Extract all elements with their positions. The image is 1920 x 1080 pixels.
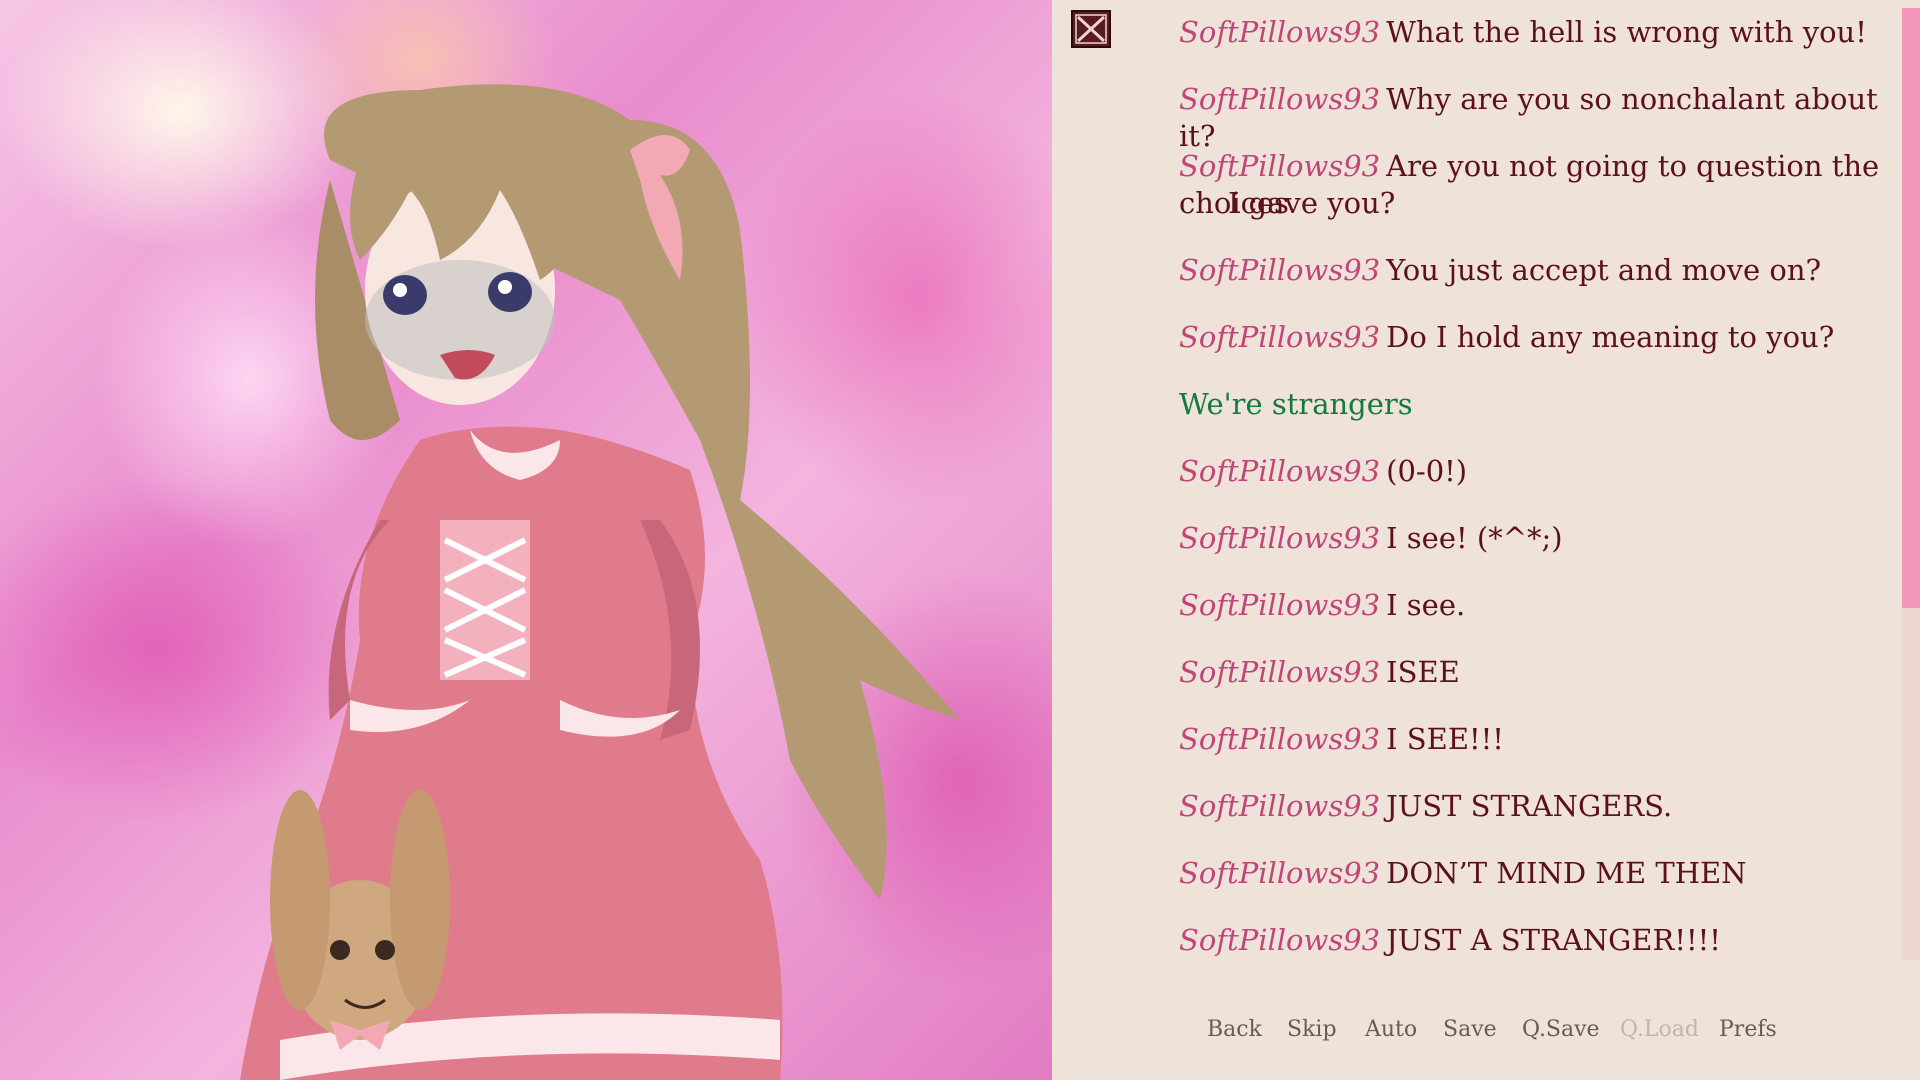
dialogue-text: I gave you? xyxy=(1228,186,1396,220)
scrollbar-thumb[interactable] xyxy=(1902,8,1920,608)
dialogue-text: (0-0!) xyxy=(1386,454,1468,488)
history-log[interactable]: SoftPillows93 What the hell is wrong with… xyxy=(1179,0,1901,960)
history-entry: SoftPillows93 I see. xyxy=(1179,587,1901,624)
speaker-name: SoftPillows93 xyxy=(1179,655,1381,689)
speaker-name: SoftPillows93 xyxy=(1179,149,1381,183)
history-entry: SoftPillows93 I SEE!!! xyxy=(1179,721,1901,758)
quick-save-button[interactable]: Q.Save xyxy=(1522,1017,1600,1042)
preferences-button[interactable]: Prefs xyxy=(1719,1017,1777,1042)
dialogue-text: What the hell is wrong with you! xyxy=(1386,15,1867,49)
history-entry: SoftPillows93 I see! (*^*;) xyxy=(1179,520,1901,557)
history-entry: SoftPillows93 What the hell is wrong with… xyxy=(1179,14,1901,51)
speaker-name: SoftPillows93 xyxy=(1179,253,1381,287)
history-entry: SoftPillows93 JUST STRANGERS. xyxy=(1179,788,1901,825)
character-sprite xyxy=(240,84,960,1080)
speaker-name: SoftPillows93 xyxy=(1179,789,1381,823)
quick-load-button: Q.Load xyxy=(1620,1017,1699,1042)
dialogue-text: Do I hold any meaning to you? xyxy=(1386,320,1835,354)
speaker-name: SoftPillows93 xyxy=(1179,15,1381,49)
history-entry: SoftPillows93 Why are you so nonchalant a… xyxy=(1179,81,1901,155)
speaker-name: SoftPillows93 xyxy=(1179,588,1381,622)
speaker-name: SoftPillows93 xyxy=(1179,454,1381,488)
history-scrollbar[interactable] xyxy=(1902,8,1920,960)
history-entry: SoftPillows93 DON’T MIND ME THEN xyxy=(1179,855,1901,892)
back-button[interactable]: Back xyxy=(1207,1017,1262,1042)
dialogue-text: I see! (*^*;) xyxy=(1386,521,1563,555)
dialogue-text: I see. xyxy=(1386,588,1466,622)
history-entry: SoftPillows93 (0-0!) xyxy=(1179,453,1901,490)
close-icon xyxy=(1075,14,1107,44)
dialogue-text: JUST A STRANGER!!!! xyxy=(1386,923,1721,957)
dialogue-text: ISEE xyxy=(1386,655,1460,689)
dialogue-text: DON’T MIND ME THEN xyxy=(1386,856,1747,890)
speaker-name: SoftPillows93 xyxy=(1179,521,1381,555)
history-entry: SoftPillows93 ISEE xyxy=(1179,654,1901,691)
speaker-name: SoftPillows93 xyxy=(1179,722,1381,756)
character-art-panel xyxy=(0,0,1052,1080)
dialogue-text: JUST STRANGERS. xyxy=(1386,789,1673,823)
history-choice: We're strangers xyxy=(1179,386,1901,423)
dialogue-text: I SEE!!! xyxy=(1386,722,1504,756)
speaker-name: SoftPillows93 xyxy=(1179,82,1381,116)
history-entry: SoftPillows93 JUST A STRANGER!!!! xyxy=(1179,922,1901,959)
close-button[interactable] xyxy=(1071,10,1111,48)
choice-text: We're strangers xyxy=(1179,387,1413,421)
dialogue-text: You just accept and move on? xyxy=(1386,253,1822,287)
speaker-name: SoftPillows93 xyxy=(1179,856,1381,890)
save-button[interactable]: Save xyxy=(1443,1017,1497,1042)
speaker-name: SoftPillows93 xyxy=(1179,923,1381,957)
skip-button[interactable]: Skip xyxy=(1287,1017,1337,1042)
history-entry: SoftPillows93 You just accept and move on… xyxy=(1179,252,1901,289)
history-entry-continued: I gave you? xyxy=(1179,185,1920,222)
history-entry: SoftPillows93 Do I hold any meaning to yo… xyxy=(1179,319,1901,356)
auto-button[interactable]: Auto xyxy=(1365,1017,1417,1042)
speaker-name: SoftPillows93 xyxy=(1179,320,1381,354)
